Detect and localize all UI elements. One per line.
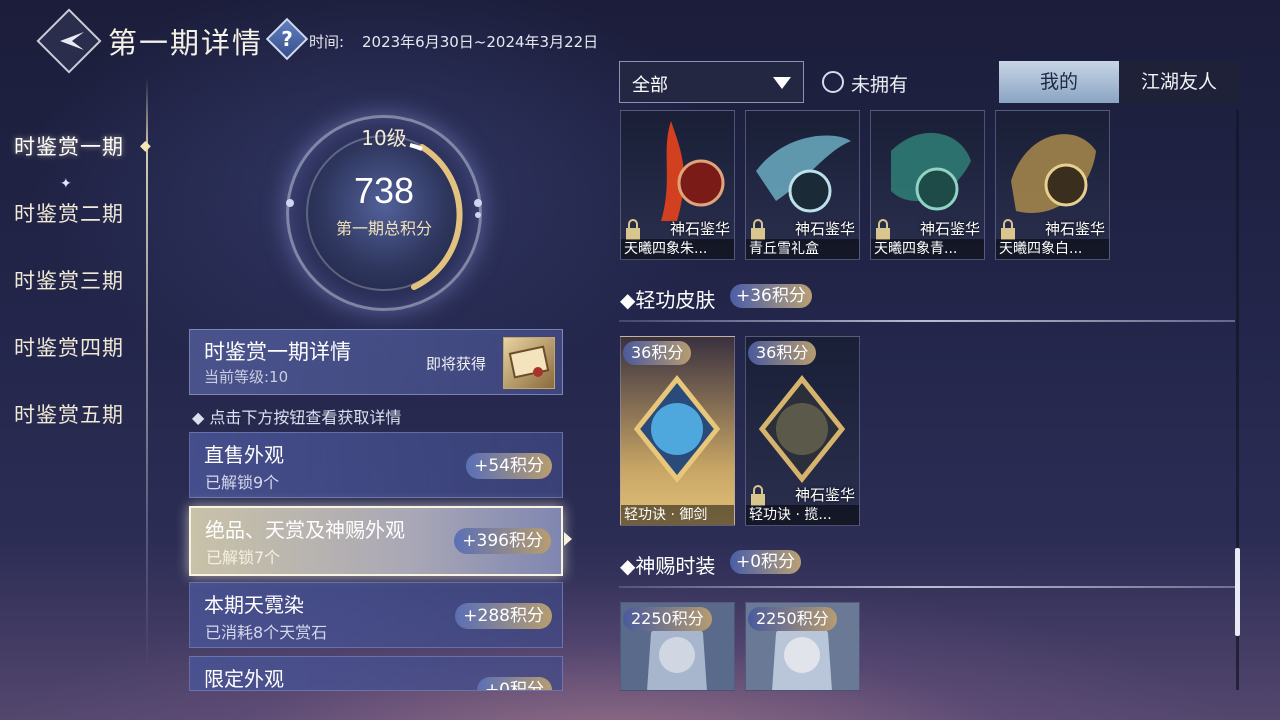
category-dye[interactable]: 本期天霓染 已消耗8个天赏石 +288积分	[189, 582, 563, 648]
item-tile[interactable]: 神石鉴华 天曦四象朱...	[620, 110, 735, 260]
back-arrow-icon	[60, 32, 84, 50]
item-tag: 神石鉴华	[1044, 220, 1105, 238]
coming-soon-label: 即将获得	[426, 355, 487, 373]
section-title-qinggong: ◆轻功皮肤	[620, 288, 716, 312]
score-caption: 第一期总积分	[335, 219, 432, 238]
nav-item-period-4[interactable]: 时鉴赏四期	[14, 332, 124, 362]
nav-item-period-3[interactable]: 时鉴赏三期	[14, 265, 124, 295]
upcoming-reward-thumbnail[interactable]	[503, 337, 555, 389]
item-tile[interactable]: 神石鉴华 青丘雪礼盒	[745, 110, 860, 260]
category-direct-sale[interactable]: 直售外观 已解锁9个 +54积分	[189, 432, 563, 498]
lock-icon	[876, 219, 890, 240]
item-tile[interactable]: 神石鉴华 天曦四象白...	[995, 110, 1110, 260]
item-tile[interactable]: 2250积分	[745, 602, 860, 691]
item-points: 36积分	[748, 341, 817, 365]
filter-value: 全部	[632, 75, 668, 96]
item-name: 天曦四象朱...	[621, 239, 734, 259]
category-title: 本期天霓染	[204, 593, 304, 617]
category-title: 直售外观	[204, 443, 284, 467]
item-tile[interactable]: 2250积分	[620, 602, 735, 691]
lock-icon	[626, 219, 640, 240]
selected-arrow-icon	[564, 532, 572, 546]
points-badge: +288积分	[455, 603, 552, 629]
chevron-down-icon	[773, 77, 791, 89]
item-tag: 神石鉴华	[794, 220, 855, 238]
section-divider	[619, 320, 1235, 322]
item-points: 36积分	[623, 341, 692, 365]
lock-icon	[1001, 219, 1015, 240]
item-tag: 神石鉴华	[794, 486, 855, 504]
points-badge: +396积分	[454, 528, 551, 554]
section-title-shenci: ◆神赐时装	[620, 554, 716, 578]
item-name: 青丘雪礼盒	[746, 239, 859, 259]
section-divider	[619, 586, 1235, 588]
category-title: 绝品、天赏及神赐外观	[205, 518, 405, 542]
category-limited[interactable]: 限定外观 +0积分	[189, 656, 563, 691]
page-title: 第一期详情	[108, 26, 264, 60]
detail-title: 时鉴赏一期详情	[204, 340, 351, 364]
nav-item-period-2[interactable]: 时鉴赏二期	[14, 198, 124, 228]
sparkle-icon: ✦	[60, 176, 72, 192]
nav-divider	[146, 78, 148, 668]
item-name: 天曦四象青...	[871, 239, 984, 259]
section-points-badge: +0积分	[730, 550, 802, 574]
category-subtitle: 已解锁9个	[205, 473, 280, 492]
category-premium-outfits[interactable]: 绝品、天赏及神赐外观 已解锁7个 +396积分	[189, 506, 563, 576]
lock-icon	[751, 485, 765, 506]
category-subtitle: 已解锁7个	[206, 548, 281, 567]
section-points-badge: +36积分	[730, 284, 812, 308]
level-text: 10级	[361, 126, 407, 150]
points-badge: +0积分	[476, 677, 552, 690]
category-subtitle: 已消耗8个天赏石	[205, 623, 328, 642]
total-score: 738	[353, 170, 415, 211]
current-level: 当前等级:10	[204, 368, 289, 386]
item-tile[interactable]: 神石鉴华 天曦四象青...	[870, 110, 985, 260]
help-icon: ?	[281, 27, 293, 51]
item-name: 轻功诀 · 揽...	[746, 505, 859, 525]
active-marker-icon: ◆	[140, 138, 151, 154]
scrollbar-thumb[interactable]	[1235, 548, 1240, 636]
item-points: 2250积分	[623, 607, 712, 631]
not-owned-radio[interactable]	[822, 71, 844, 93]
item-name: 天曦四象白...	[996, 239, 1109, 259]
item-tag: 神石鉴华	[919, 220, 980, 238]
item-name: 轻功诀 · 御剑	[621, 505, 734, 525]
item-tile[interactable]: 36积分 轻功诀 · 御剑	[620, 336, 735, 526]
sword-flight-art	[633, 374, 721, 484]
category-title: 限定外观	[204, 667, 284, 691]
points-badge: +54积分	[466, 453, 552, 479]
filter-dropdown[interactable]: 全部	[619, 61, 804, 103]
nav-item-period-5[interactable]: 时鉴赏五期	[14, 399, 124, 429]
item-points: 2250积分	[748, 607, 837, 631]
item-tag: 神石鉴华	[669, 220, 730, 238]
tab-friends[interactable]: 江湖友人	[1119, 61, 1239, 103]
hint-text: ◆ 点击下方按钮查看获取详情	[192, 408, 402, 427]
time-range: 2023年6月30日~2024年3月22日	[362, 33, 599, 51]
reward-scroll-icon	[508, 345, 550, 379]
not-owned-label: 未拥有	[851, 74, 909, 96]
tab-mine[interactable]: 我的	[999, 61, 1119, 103]
nav-item-period-1[interactable]: 时鉴赏一期	[14, 131, 124, 161]
time-label: 时间:	[309, 33, 345, 51]
lock-icon	[751, 219, 765, 240]
item-tile[interactable]: 36积分 神石鉴华 轻功诀 · 揽...	[745, 336, 860, 526]
